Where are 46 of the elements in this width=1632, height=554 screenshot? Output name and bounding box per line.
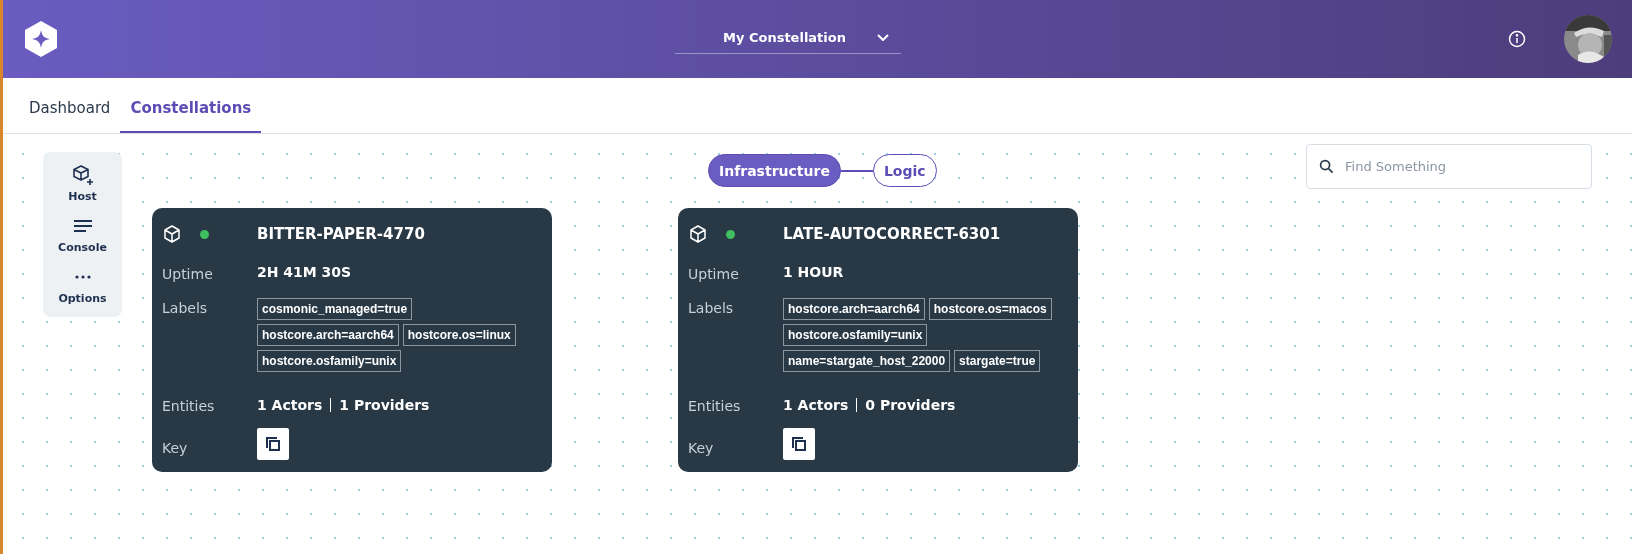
copy-button[interactable] [783, 428, 815, 460]
label-tag: hostcore.os=linux [402, 324, 516, 346]
field-label: Key [162, 439, 189, 456]
cube-icon [688, 224, 708, 244]
more-icon [74, 275, 91, 279]
field-label: Uptime [688, 265, 740, 282]
copy-button[interactable] [257, 428, 289, 460]
copy-icon [264, 435, 282, 453]
label-tag: stargate=true [954, 350, 1041, 372]
label-tag: hostcore.os=macos [928, 298, 1052, 320]
host-name: BITTER-PAPER-4770 [257, 225, 426, 243]
nav-tab[interactable]: Constellations [120, 99, 262, 133]
console-button[interactable]: Console [43, 211, 122, 258]
host-card[interactable]: LATE-AUTOCORRECT-6301 Uptime 1 HOUR Labels hostcore.arch=aarch64 hostcore.os=macos hostcore.osfamily=unix name=stargate_host_22000 stargate=true Entities 1 Actors 0 Providers Key [678, 208, 1078, 472]
options-button[interactable]: Options [43, 262, 122, 309]
field-label: Entities [162, 397, 216, 414]
search-icon [1319, 159, 1334, 174]
constellation-select[interactable]: My Constellation [675, 22, 901, 54]
actors-count: 1 Actors [783, 397, 849, 413]
uptime-value: 2H 41M 30S [257, 264, 353, 282]
label-tag: cosmonic_managed=true [257, 298, 413, 320]
search-field[interactable]: Find Something [1306, 144, 1592, 189]
providers-count: 0 Providers [865, 397, 956, 413]
copy-icon [790, 435, 808, 453]
host-card[interactable]: BITTER-PAPER-4770 Uptime 2H 41M 30S Labels cosmonic_managed=true hostcore.arch=aarch64 hostcore.os=linux hostcore.osfamily=unix Entities 1 Actors 1 Providers Key [152, 208, 552, 472]
label-tag: name=stargate_host_22000 [783, 350, 951, 372]
uptime-value: 1 HOUR [783, 264, 845, 282]
field-label: Labels [162, 299, 209, 318]
field-label: Uptime [162, 265, 214, 282]
label-tag: hostcore.osfamily=unix [257, 350, 402, 372]
chevron-down-icon [877, 34, 889, 41]
host-name: LATE-AUTOCORRECT-6301 [783, 225, 1002, 243]
field-label: Entities [688, 397, 742, 414]
host-button[interactable]: Host [43, 160, 122, 207]
label-tag: hostcore.arch=aarch64 [257, 324, 399, 346]
cube-icon [162, 224, 182, 244]
view-toggle[interactable]: Infrastructure [708, 154, 841, 187]
providers-count: 1 Providers [339, 397, 430, 413]
label-tag: hostcore.arch=aarch64 [783, 298, 925, 320]
label-tag: hostcore.osfamily=unix [783, 324, 928, 346]
field-label: Labels [688, 299, 735, 318]
nav-tab[interactable]: Dashboard [19, 99, 121, 133]
field-label: Key [688, 439, 715, 456]
info-icon[interactable] [1508, 30, 1526, 48]
view-toggle[interactable]: Logic [872, 154, 937, 187]
actors-count: 1 Actors [257, 397, 323, 413]
